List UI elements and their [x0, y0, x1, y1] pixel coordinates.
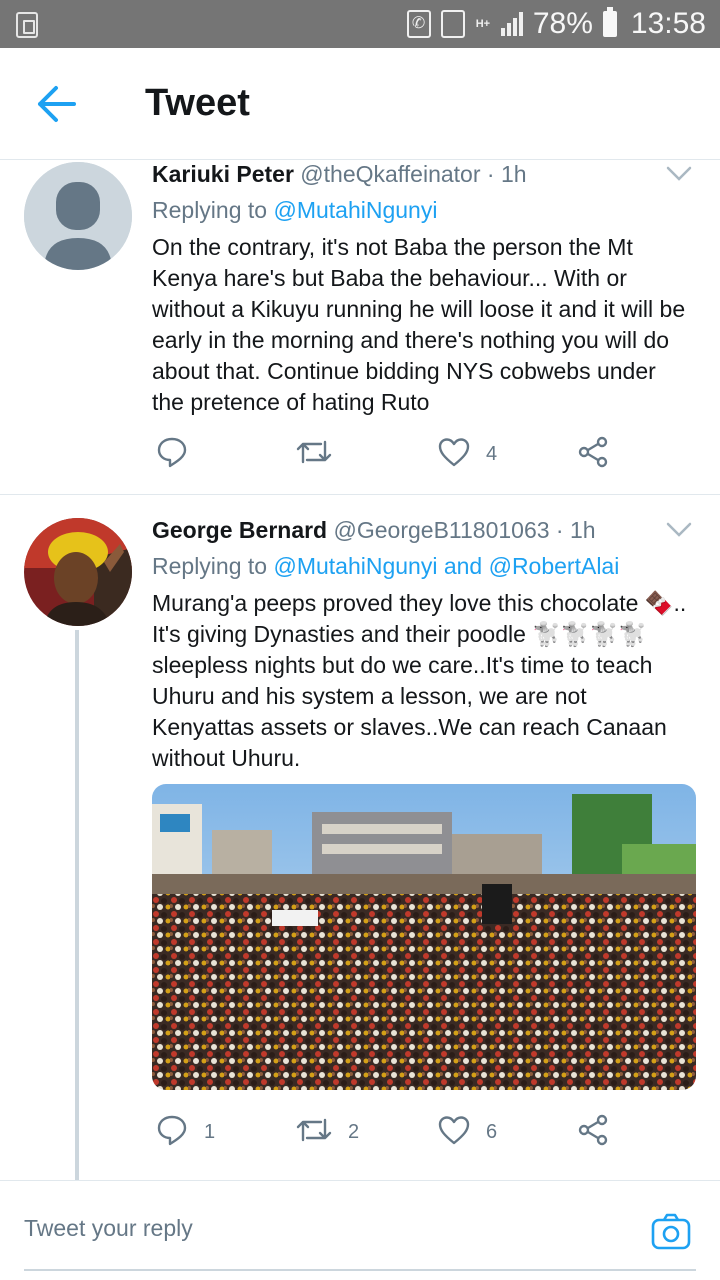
retweet-button[interactable]: 2 [296, 1112, 359, 1152]
chevron-down-icon[interactable] [666, 166, 692, 182]
tweet-photo[interactable] [152, 784, 696, 1090]
tweet-text: Murang'a peeps proved they love this cho… [152, 590, 687, 771]
retweet-button[interactable] [296, 434, 348, 474]
tweet-divider [0, 494, 720, 495]
heart-icon [438, 1115, 470, 1150]
notification-icon [16, 12, 38, 38]
heart-icon [438, 437, 470, 472]
reply-button[interactable]: 1 [156, 1112, 215, 1152]
author-name[interactable]: George Bernard [152, 517, 327, 543]
page-title: Tweet [145, 82, 250, 124]
reply-count: 1 [204, 1120, 216, 1143]
replying-to: Replying to @MutahiNgunyi and @RobertAla… [152, 552, 694, 580]
retweet-count: 2 [348, 1120, 360, 1143]
reply-button[interactable] [156, 434, 204, 474]
tweet-meta: George Bernard @GeorgeB11801063 · 1h [152, 516, 694, 544]
like-count: 4 [486, 442, 498, 465]
retweet-icon [296, 436, 332, 473]
reply-input[interactable]: Tweet your reply [24, 1215, 193, 1242]
reply-icon [156, 436, 188, 473]
avatar[interactable] [24, 162, 132, 270]
share-icon [578, 1114, 610, 1151]
share-button[interactable] [578, 1112, 610, 1152]
battery-percent: 78% [532, 7, 593, 40]
camera-icon[interactable] [650, 1211, 692, 1253]
replying-prefix: Replying to [152, 197, 268, 223]
tweet-text: On the contrary, it's not Baba the perso… [152, 234, 686, 415]
tweet-meta: Kariuki Peter @theQkaffeinator · 1h [152, 160, 694, 188]
app-header: Tweet [0, 48, 720, 160]
tweet-item[interactable]: Kariuki Peter @theQkaffeinator · 1h Repl… [0, 160, 720, 494]
author-name[interactable]: Kariuki Peter [152, 161, 294, 187]
status-bar: H+ 78% 13:58 [0, 0, 720, 48]
reply-composer: Tweet your reply [0, 1180, 720, 1280]
mention-link[interactable]: @MutahiNgunyi and @RobertAlai [273, 553, 619, 579]
back-arrow-icon[interactable] [30, 82, 80, 126]
share-button[interactable] [578, 434, 610, 474]
like-button[interactable]: 6 [438, 1112, 497, 1152]
replying-to: Replying to @MutahiNgunyi [152, 196, 694, 224]
retweet-icon [296, 1114, 332, 1151]
chevron-down-icon[interactable] [666, 522, 692, 538]
tweet-time: · 1h [555, 517, 596, 543]
signal-box-icon [440, 10, 465, 38]
avatar[interactable] [24, 518, 132, 626]
reply-input-underline [24, 1269, 696, 1271]
replying-prefix: Replying to [152, 553, 268, 579]
call-icon [406, 10, 431, 38]
mention-link[interactable]: @MutahiNgunyi [273, 197, 437, 223]
clock: 13:58 [630, 7, 706, 40]
author-handle[interactable]: @theQkaffeinator [300, 161, 480, 187]
tweet-time: · 1h [486, 161, 527, 187]
network-type: H+ [475, 17, 491, 30]
like-button[interactable]: 4 [438, 434, 497, 474]
battery-icon [602, 7, 617, 37]
reply-icon [156, 1114, 188, 1151]
like-count: 6 [486, 1120, 498, 1143]
share-icon [578, 436, 610, 473]
signal-icon [500, 12, 523, 36]
author-handle[interactable]: @GeorgeB11801063 [334, 517, 550, 543]
